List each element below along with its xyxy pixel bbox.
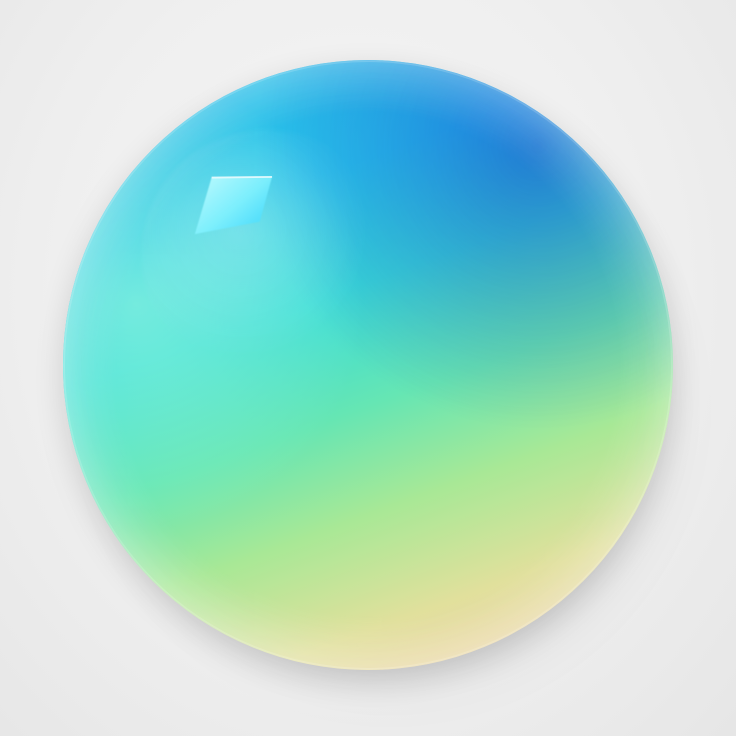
specular-highlight	[194, 175, 273, 235]
iridescent-sphere	[63, 60, 673, 670]
sphere-edge	[63, 60, 673, 670]
image-canvas	[0, 0, 736, 736]
